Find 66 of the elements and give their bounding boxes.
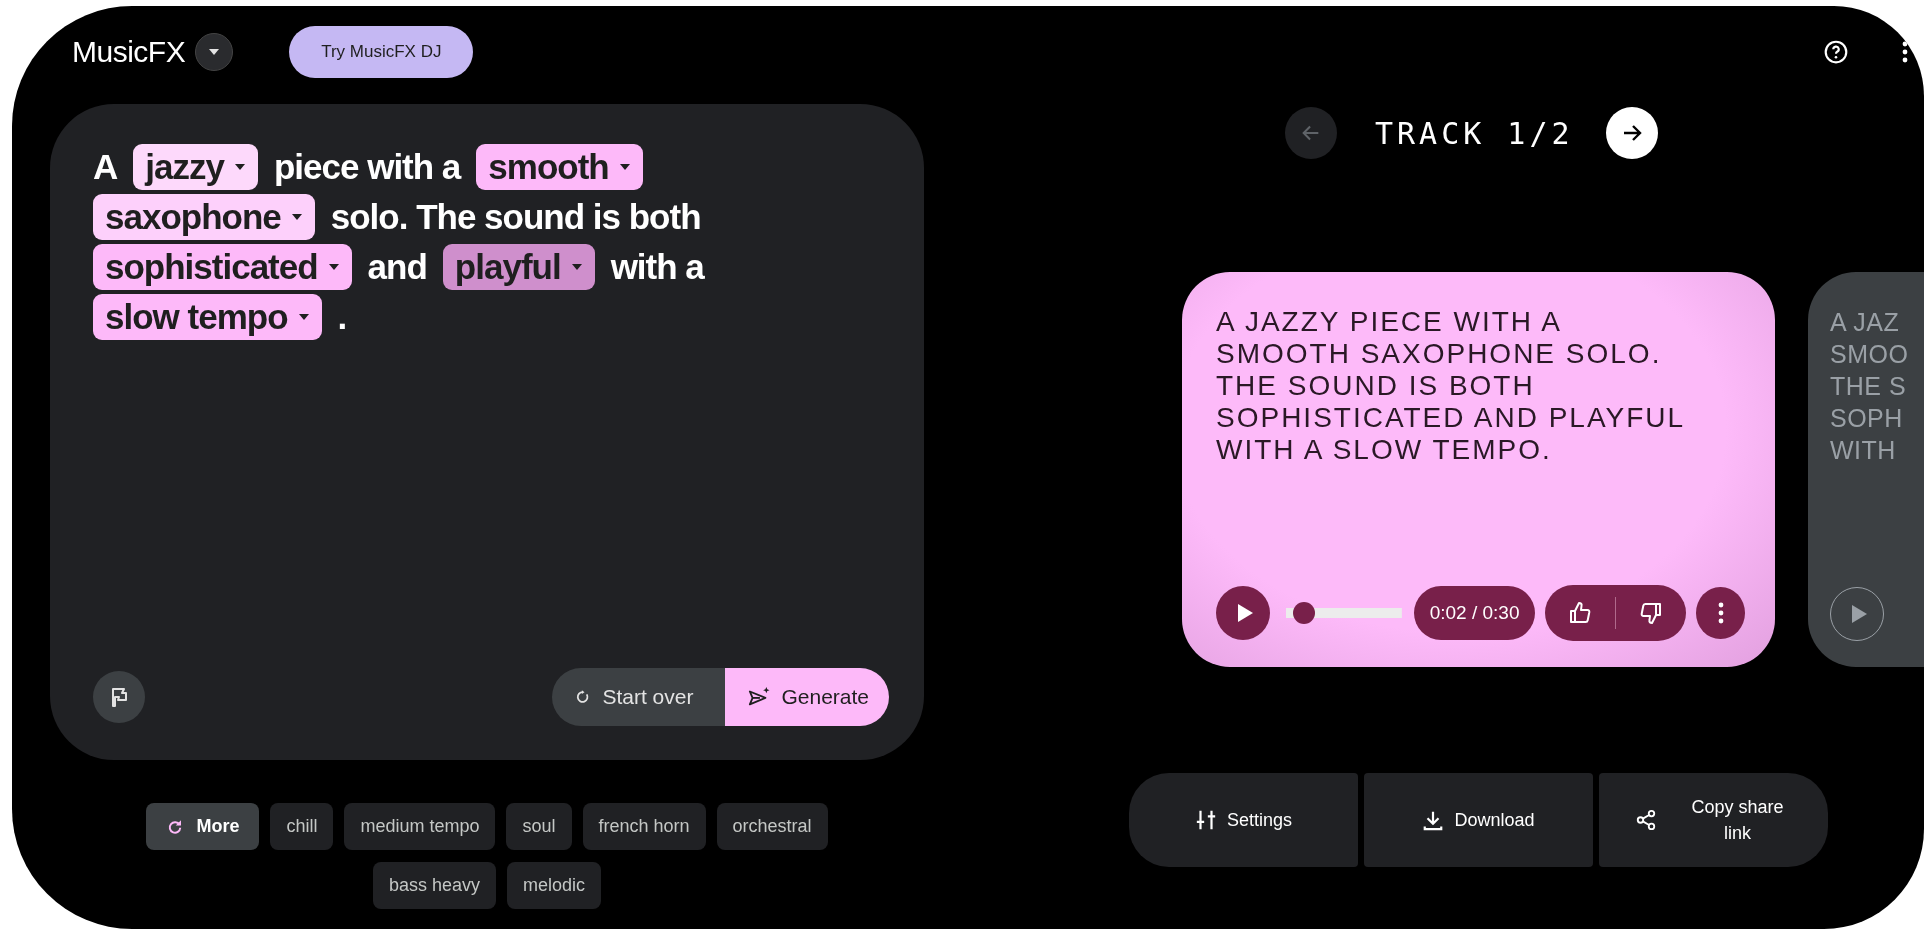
thumbs-up-icon (1568, 601, 1593, 625)
suggestion-chip[interactable]: orchestral (716, 803, 828, 850)
caret-icon (570, 263, 583, 271)
caret-icon (290, 213, 303, 221)
track-description: SOPHISTICATED AND PLAYFUL (1216, 402, 1686, 434)
previous-track-button[interactable] (1285, 107, 1337, 159)
generate-button[interactable]: Generate (725, 668, 889, 726)
prompt-text: . (337, 297, 347, 337)
suggestion-chip[interactable]: medium tempo (344, 803, 496, 850)
help-icon (1823, 39, 1849, 65)
play-icon (1236, 603, 1254, 623)
prompt-keyword-dropdown[interactable]: jazzy (133, 144, 258, 190)
app-title: MusicFX (72, 35, 186, 69)
track-description: A JAZ (1830, 307, 1901, 338)
prompt-keyword-dropdown[interactable]: sophisticated (93, 244, 352, 290)
try-dj-button[interactable]: Try MusicFX DJ (289, 26, 474, 78)
suggestion-chip[interactable]: chill (270, 803, 334, 850)
track-description: THE SOUND IS BOTH (1216, 370, 1536, 402)
track-description: SMOO (1830, 339, 1909, 370)
progress-thumb[interactable] (1292, 602, 1315, 624)
prompt-keyword-dropdown[interactable]: playful (442, 244, 595, 290)
prompt-keyword-dropdown[interactable]: slow tempo (93, 294, 322, 340)
prompt-text: piece with a (273, 147, 461, 187)
track-description: THE S (1830, 371, 1908, 402)
share-icon (1634, 809, 1657, 831)
sliders-icon (1194, 809, 1217, 831)
caret-icon (208, 48, 221, 56)
next-track-button[interactable] (1605, 107, 1658, 159)
settings-button[interactable]: Settings (1129, 773, 1358, 867)
caret-icon (618, 163, 631, 171)
play-icon (1850, 604, 1868, 624)
send-sparkle-icon (747, 686, 772, 708)
track-card[interactable]: A JAZZY PIECE WITH A SMOOTH SAXOPHONE SOLO. THE SOUND IS BOTH SOPHISTICATED AND PLAYFUL WITH A SLOW TEMPO. 0:02 / 0:30 (1182, 272, 1775, 667)
prompt-keyword-dropdown[interactable]: smooth (476, 144, 643, 190)
caret-icon (327, 263, 340, 271)
download-button[interactable]: Download (1364, 773, 1593, 867)
more-suggestions-button[interactable]: More (146, 803, 260, 850)
suggestion-chip[interactable]: french horn (582, 803, 706, 850)
suggestion-chip[interactable]: melodic (507, 862, 602, 909)
track-counter: TRACK 1/2 (1375, 115, 1574, 151)
track-description: WITH A SLOW TEMPO. (1216, 434, 1553, 466)
more-icon (1717, 602, 1724, 624)
thumbs-down-icon (1639, 601, 1664, 625)
track-description: A JAZZY PIECE WITH A (1216, 306, 1563, 338)
prompt-text: A (93, 147, 118, 187)
more-options-button[interactable] (1696, 587, 1745, 639)
more-icon (1902, 41, 1908, 63)
track-card[interactable]: A JAZ SMOO THE S SOPH WITH (1808, 272, 1924, 667)
start-over-button[interactable]: Start over (552, 668, 726, 726)
track-description: WITH (1830, 435, 1897, 466)
report-button[interactable] (93, 671, 145, 723)
app-menu-button[interactable] (195, 33, 234, 71)
prompt-text: and (367, 247, 427, 287)
suggestion-chip[interactable]: bass heavy (372, 862, 496, 909)
caret-icon (233, 163, 246, 171)
download-icon (1422, 809, 1445, 831)
prompt-text: solo. The sound is both (330, 197, 701, 237)
track-description: SMOOTH SAXOPHONE SOLO. (1216, 338, 1663, 370)
play-button[interactable] (1216, 586, 1270, 640)
prompt-keyword-dropdown[interactable]: saxophone (93, 194, 315, 240)
share-button[interactable]: Copy share link (1599, 773, 1828, 867)
playback-time: 0:02 / 0:30 (1413, 586, 1536, 640)
caret-icon (297, 313, 310, 321)
prompt-text: with a (610, 247, 704, 287)
track-description: SOPH (1830, 403, 1904, 434)
suggestion-chip[interactable]: soul (506, 803, 572, 850)
